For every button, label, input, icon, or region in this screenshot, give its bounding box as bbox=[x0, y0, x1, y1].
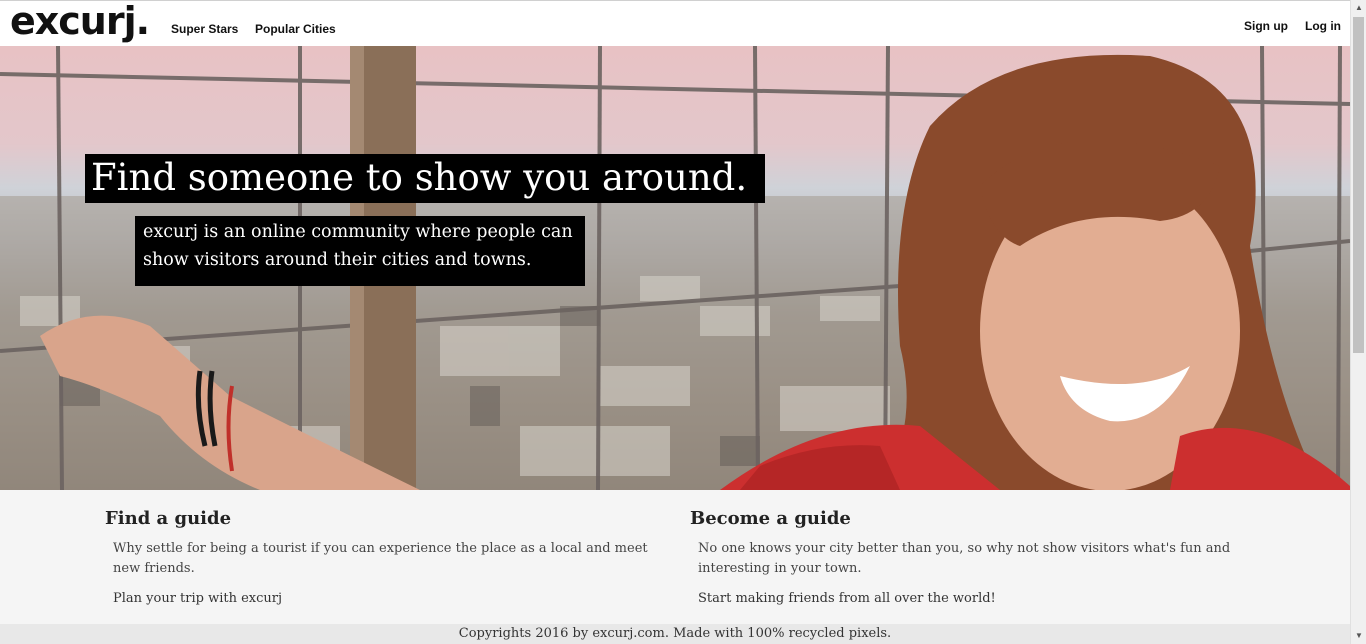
become-guide-column: Become a guide No one knows your city be… bbox=[690, 508, 1250, 619]
find-guide-cta: Plan your trip with excurj bbox=[113, 591, 283, 606]
hero-banner: Find someone to show you around. excurj … bbox=[0, 46, 1350, 490]
scroll-up-arrow-icon[interactable]: ▲ bbox=[1351, 0, 1366, 16]
scroll-down-arrow-icon[interactable]: ▼ bbox=[1351, 628, 1366, 644]
footer: Copyrights 2016 by excurj.com. Made with… bbox=[0, 624, 1350, 644]
excurj-logo[interactable]: excurj. bbox=[10, 0, 150, 43]
become-guide-cta: Start making friends from all over the w… bbox=[698, 591, 996, 606]
find-guide-description: Why settle for being a tourist if you ca… bbox=[113, 541, 648, 576]
nav-link-popular-cities[interactable]: Popular Cities bbox=[255, 22, 336, 36]
scrollbar-thumb[interactable] bbox=[1353, 17, 1364, 353]
hero-subheadline: excurj is an online community where peop… bbox=[135, 216, 585, 286]
hero-headline: Find someone to show you around. bbox=[85, 154, 766, 203]
info-section: Find a guide Why settle for being a tour… bbox=[0, 490, 1350, 624]
top-navbar: excurj. Super Stars Popular Cities Sign … bbox=[0, 0, 1350, 46]
become-guide-description: No one knows your city better than you, … bbox=[698, 541, 1231, 576]
sign-up-link[interactable]: Sign up bbox=[1244, 19, 1288, 33]
become-guide-title: Become a guide bbox=[690, 508, 851, 529]
find-guide-column: Find a guide Why settle for being a tour… bbox=[105, 508, 665, 619]
vertical-scrollbar[interactable]: ▲ ▼ bbox=[1350, 0, 1366, 644]
log-in-link[interactable]: Log in bbox=[1305, 19, 1341, 33]
find-guide-title: Find a guide bbox=[105, 508, 232, 529]
nav-link-super-stars[interactable]: Super Stars bbox=[171, 22, 238, 36]
